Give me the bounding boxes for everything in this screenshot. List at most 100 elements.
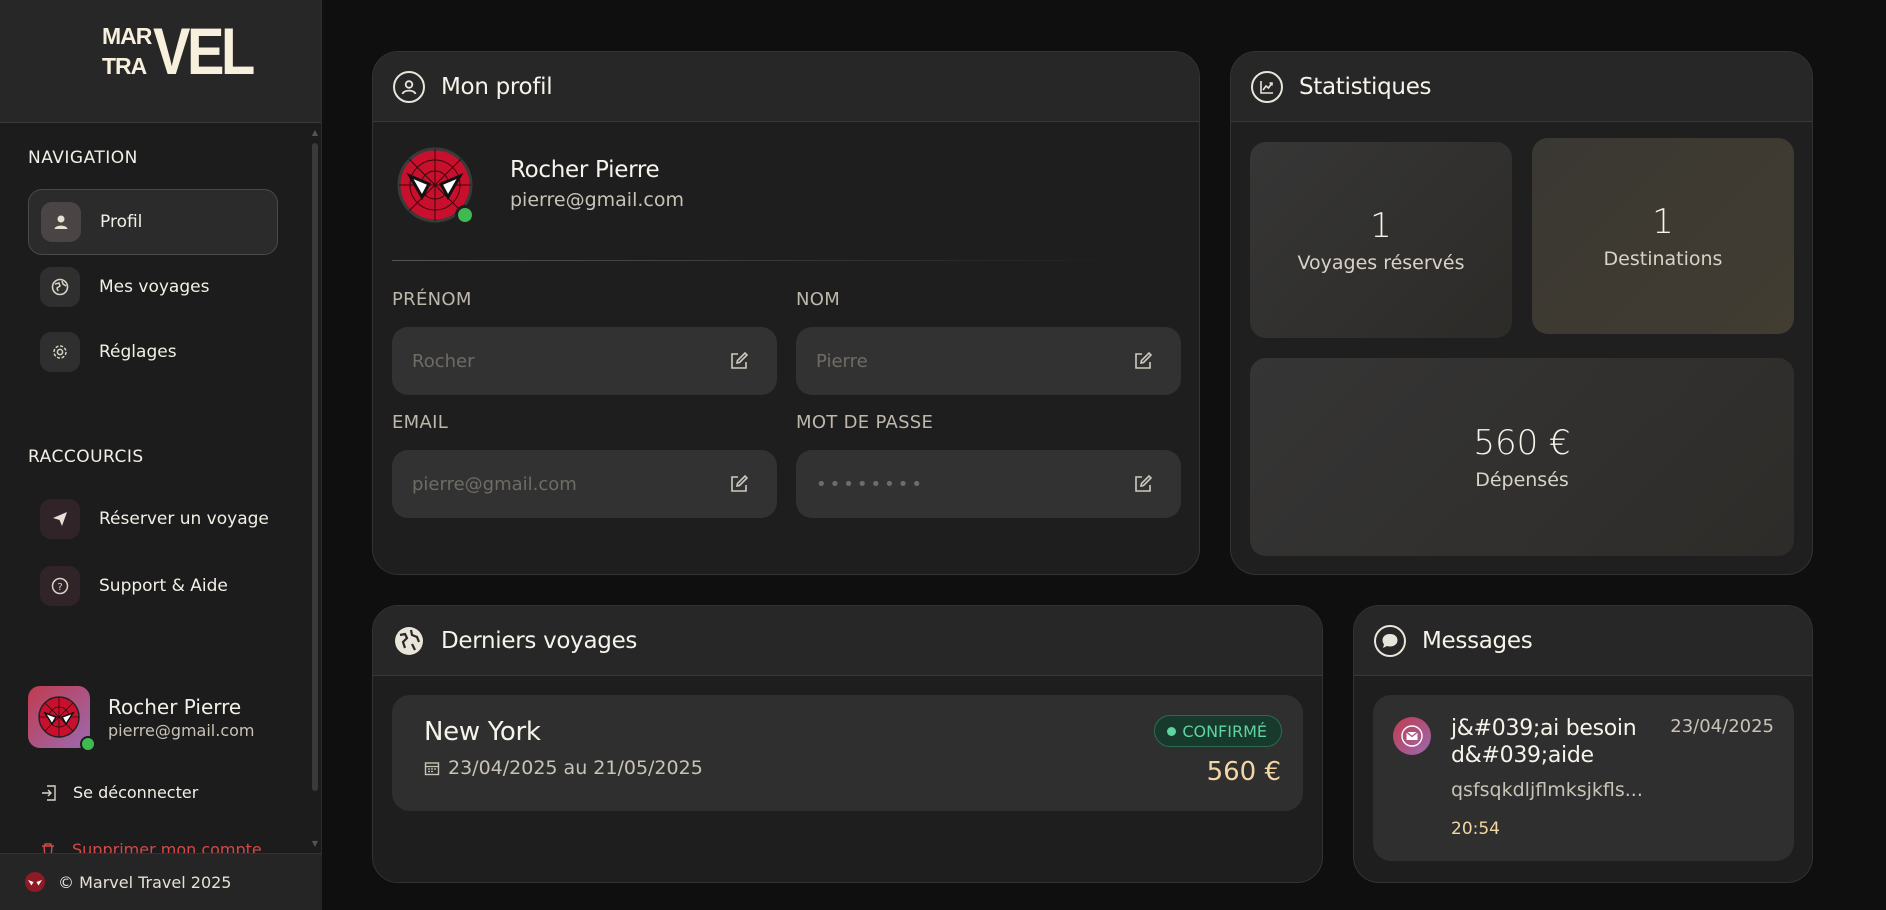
- sidebar-item-profil[interactable]: Profil: [28, 189, 278, 255]
- email-field[interactable]: pierre@gmail.com: [392, 450, 777, 518]
- status-badge-text: CONFIRMÉ: [1182, 721, 1267, 741]
- chart-icon: [1251, 70, 1283, 103]
- edit-icon[interactable]: [729, 351, 749, 371]
- sidebar-user-email: pierre@gmail.com: [108, 720, 255, 740]
- firstname-label: PRÉNOM: [392, 289, 472, 310]
- messages-card-title: Messages: [1422, 627, 1533, 654]
- stat-trips: 1 Voyages réservés: [1250, 142, 1512, 338]
- logo-big-text: VEL: [153, 14, 255, 88]
- recent-trips-card: Derniers voyages New York 23/04/2025 au …: [372, 605, 1323, 883]
- profile-card-title: Mon profil: [441, 73, 553, 100]
- svg-text:?: ?: [57, 582, 62, 593]
- password-placeholder: ••••••••: [816, 473, 925, 495]
- profile-card: Mon profil Rocher Pierre pierre@gmail.co…: [372, 51, 1200, 575]
- avatar: [28, 686, 96, 752]
- profile-email: pierre@gmail.com: [510, 189, 684, 211]
- stat-destinations-label: Destinations: [1603, 248, 1723, 270]
- password-field[interactable]: ••••••••: [796, 450, 1181, 518]
- logout-button[interactable]: Se déconnecter: [40, 783, 198, 802]
- stats-card-title: Statistiques: [1299, 73, 1432, 100]
- lastname-field[interactable]: Pierre: [796, 327, 1181, 395]
- logo-area: MAR TRA VEL: [0, 0, 321, 123]
- message-subject: j&#039;ai besoin d&#039;aide: [1451, 716, 1637, 768]
- message-time: 20:54: [1451, 819, 1500, 839]
- trips-card-title: Derniers voyages: [441, 627, 638, 654]
- chat-bubble-icon: [1374, 624, 1406, 657]
- lastname-label: NOM: [796, 289, 841, 310]
- spiderman-mask-icon: [25, 872, 45, 892]
- logout-label: Se déconnecter: [73, 783, 199, 802]
- shortcut-label: Réserver un voyage: [99, 509, 269, 529]
- spiderman-mask-icon: [38, 696, 80, 738]
- stat-destinations-value: 1: [1652, 202, 1674, 242]
- gear-icon: [40, 332, 80, 372]
- email-label: EMAIL: [392, 412, 449, 433]
- globe-icon: [393, 625, 425, 657]
- message-item[interactable]: j&#039;ai besoin d&#039;aide 23/04/2025 …: [1373, 695, 1794, 861]
- trip-price: 560 €: [1206, 757, 1281, 787]
- messages-card-header: Messages: [1354, 606, 1812, 676]
- logout-icon: [42, 784, 56, 801]
- edit-icon[interactable]: [1133, 474, 1153, 494]
- status-dot: [1167, 726, 1177, 736]
- user-circle-icon: [393, 70, 425, 103]
- trip-dates-text: 23/04/2025 au 21/05/2025: [448, 757, 703, 779]
- logo-top-text: MAR: [102, 23, 152, 49]
- stat-trips-value: 1: [1370, 206, 1392, 246]
- sidebar-item-reglages[interactable]: Réglages: [28, 319, 278, 385]
- sidebar-user-card[interactable]: Rocher Pierre pierre@gmail.com: [28, 686, 255, 752]
- message-preview: qsfsqkdljflmksjkfls...: [1451, 779, 1643, 801]
- scroll-down-arrow[interactable]: ▼: [311, 840, 319, 848]
- stat-destinations: 1 Destinations: [1532, 138, 1794, 334]
- profile-name: Rocher Pierre: [510, 157, 660, 183]
- edit-icon[interactable]: [1133, 351, 1153, 371]
- firstname-field[interactable]: Rocher: [392, 327, 777, 395]
- password-label: MOT DE PASSE: [796, 412, 934, 433]
- logo-bottom-text: TRA: [102, 53, 147, 79]
- shortcut-label: Support & Aide: [99, 576, 228, 596]
- calendar-icon: [424, 762, 440, 776]
- scroll-up-arrow[interactable]: ▲: [311, 129, 319, 137]
- shortcut-support-aide[interactable]: ? Support & Aide: [28, 553, 278, 619]
- divider: [392, 260, 1132, 261]
- email-placeholder: pierre@gmail.com: [412, 473, 577, 495]
- nav-section-title: NAVIGATION: [28, 148, 138, 168]
- stat-spent-label: Dépensés: [1475, 469, 1569, 491]
- lastname-placeholder: Pierre: [816, 350, 868, 372]
- sidebar: MAR TRA VEL NAVIGATION Profil Mes voyage…: [0, 0, 322, 910]
- online-status-dot: [80, 736, 96, 752]
- copyright-text: © Marvel Travel 2025: [58, 872, 232, 892]
- trip-city: New York: [424, 717, 541, 747]
- message-date: 23/04/2025: [1670, 716, 1774, 737]
- stats-card-header: Statistiques: [1231, 52, 1812, 122]
- stat-spent: 560 € Dépensés: [1250, 358, 1794, 556]
- sidebar-item-label: Mes voyages: [99, 277, 210, 297]
- stats-card: Statistiques 1 Voyages réservés 1 Destin…: [1230, 51, 1813, 575]
- profile-avatar[interactable]: [397, 147, 475, 225]
- sidebar-item-label: Profil: [100, 212, 143, 232]
- globe-icon: [40, 267, 80, 307]
- profile-card-header: Mon profil: [373, 52, 1199, 122]
- send-icon: [40, 499, 80, 539]
- status-badge: CONFIRMÉ: [1154, 715, 1282, 747]
- user-icon: [41, 202, 81, 242]
- sidebar-footer: © Marvel Travel 2025: [0, 853, 322, 910]
- trips-card-header: Derniers voyages: [373, 606, 1322, 676]
- help-icon: ?: [40, 566, 80, 606]
- shortcuts-section-title: RACCOURCIS: [28, 447, 144, 467]
- sidebar-item-label: Réglages: [99, 342, 177, 362]
- sidebar-item-mes-voyages[interactable]: Mes voyages: [28, 254, 278, 320]
- mail-icon: [1393, 717, 1431, 755]
- messages-card: Messages j&#039;ai besoin d&#039;aide 23…: [1353, 605, 1813, 883]
- firstname-placeholder: Rocher: [412, 350, 475, 372]
- sidebar-scrollbar[interactable]: [312, 143, 318, 791]
- trip-item[interactable]: New York 23/04/2025 au 21/05/2025 CONFIR…: [392, 695, 1303, 811]
- shortcut-reserver-voyage[interactable]: Réserver un voyage: [28, 486, 278, 552]
- edit-icon[interactable]: [729, 474, 749, 494]
- brand-logo[interactable]: MAR TRA VEL: [102, 18, 270, 84]
- stat-spent-value: 560 €: [1473, 423, 1571, 463]
- trip-dates: 23/04/2025 au 21/05/2025: [424, 757, 703, 779]
- sidebar-user-name: Rocher Pierre: [108, 694, 242, 719]
- stat-trips-label: Voyages réservés: [1297, 252, 1465, 274]
- online-status-dot: [455, 205, 475, 225]
